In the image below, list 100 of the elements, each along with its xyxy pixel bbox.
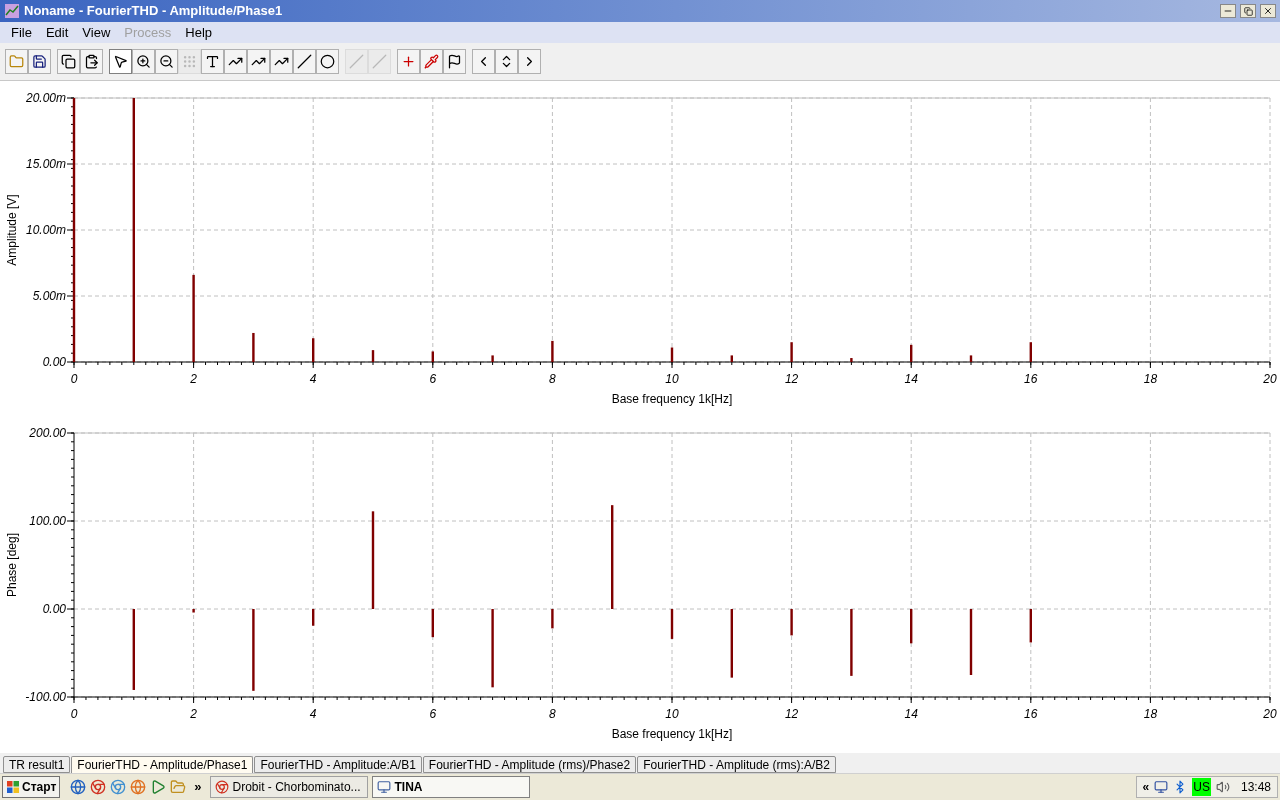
plus-icon	[401, 54, 416, 69]
toolbar-button[interactable]	[155, 49, 178, 74]
pointer-icon	[113, 54, 128, 69]
bar	[431, 351, 434, 362]
tick-label: 0	[70, 707, 78, 721]
taskbar-button[interactable]: TINA	[371, 776, 530, 798]
network-icon[interactable]	[1154, 780, 1169, 794]
window-title: Noname - FourierTHD - Amplitude/Phase1	[24, 2, 284, 21]
pipette-icon	[424, 54, 439, 69]
browser-icon[interactable]	[90, 779, 107, 795]
tab[interactable]: FourierTHD - Amplitude (rms):A/B2	[637, 756, 836, 773]
text-icon	[205, 54, 220, 69]
tab[interactable]: FourierTHD - Amplitude:A/B1	[254, 756, 422, 773]
minimize-button[interactable]	[1220, 4, 1236, 18]
tab[interactable]: TR result1	[3, 756, 71, 773]
paste-icon	[84, 54, 99, 69]
tick-label: 16	[1024, 372, 1038, 386]
bar	[670, 347, 674, 362]
tick-label: 14	[904, 372, 918, 386]
bar	[252, 332, 255, 362]
axis-title: Amplitude [V]	[5, 194, 19, 266]
keyboard-layout-indicator[interactable]: US	[1192, 778, 1211, 796]
tick-label: 100.00	[29, 514, 66, 528]
toolbar-button[interactable]	[80, 49, 103, 74]
toolbar-button[interactable]	[293, 49, 316, 74]
browser-icon[interactable]	[130, 779, 147, 795]
copy-icon	[61, 54, 76, 69]
tab[interactable]: FourierTHD - Amplitude (rms)/Phase2	[422, 756, 637, 773]
close-button[interactable]	[1260, 4, 1276, 18]
clock: 13:48	[1240, 779, 1271, 796]
bar	[730, 609, 733, 678]
toolbar-button[interactable]	[57, 49, 80, 74]
toolbar-button[interactable]	[443, 49, 466, 74]
toolbar-button[interactable]	[201, 49, 224, 74]
tick-label: 12	[784, 707, 799, 721]
bar	[910, 344, 913, 362]
toolbar-button[interactable]	[247, 49, 270, 74]
tick-label: 20	[1263, 372, 1277, 386]
taskbar-button[interactable]: Drobit - Chorbominato...	[209, 776, 368, 798]
tick-label: 18	[1143, 707, 1158, 721]
axis-title: Phase [deg]	[5, 532, 19, 598]
bar	[850, 609, 853, 676]
bar	[969, 355, 973, 362]
bar	[910, 609, 913, 644]
tick-label: 200.00	[29, 426, 66, 440]
expand-tray-button[interactable]: «	[1142, 778, 1150, 796]
zoom-in-icon	[136, 54, 151, 69]
menu-item[interactable]: File	[4, 22, 39, 43]
tab[interactable]: FourierTHD - Amplitude/Phase1	[71, 756, 254, 773]
app-icon	[376, 780, 391, 794]
menu-item[interactable]: Help	[178, 22, 220, 43]
menu-item[interactable]: View	[75, 22, 118, 43]
axis-title: Base frequency 1k[Hz]	[611, 727, 733, 741]
tick-label: -100.00	[25, 690, 66, 704]
tick-label: 5.00m	[32, 289, 66, 303]
toolbar-button[interactable]	[109, 49, 132, 74]
tick-label: 0.00	[42, 602, 66, 616]
flag-icon	[447, 54, 462, 69]
toolbar-button[interactable]	[270, 49, 293, 74]
bar	[312, 609, 315, 626]
bar	[969, 609, 973, 675]
bar	[670, 609, 674, 639]
floppy-icon	[32, 54, 47, 69]
windows-logo-icon	[6, 780, 20, 794]
toolbar-button[interactable]	[495, 49, 518, 74]
menu-item[interactable]: Edit	[38, 22, 76, 43]
folder-icon	[9, 54, 24, 69]
bar	[312, 338, 315, 362]
tick-label: 6	[429, 372, 437, 386]
start-button[interactable]: Старт	[2, 776, 61, 798]
tick-label: 10.00m	[25, 223, 66, 237]
tick-label: 14	[904, 707, 918, 721]
close-icon	[1263, 6, 1273, 16]
play-icon[interactable]	[150, 779, 167, 795]
tick-label: 10	[665, 372, 679, 386]
zoom-out-icon	[159, 54, 174, 69]
restore-button[interactable]	[1240, 4, 1256, 18]
restore-icon	[1243, 6, 1253, 16]
toolbar-button[interactable]	[224, 49, 247, 74]
bar	[431, 609, 434, 638]
circle-icon	[320, 54, 335, 69]
bar	[551, 340, 554, 362]
browser-icon[interactable]	[70, 779, 87, 795]
tick-label: 15.00m	[25, 157, 66, 171]
tick-label: 6	[429, 707, 437, 721]
bar	[1029, 609, 1032, 643]
bar	[790, 609, 793, 636]
toolbar-button[interactable]	[316, 49, 339, 74]
toolbar-button[interactable]	[132, 49, 155, 74]
bar	[790, 342, 793, 362]
bar	[850, 358, 853, 362]
more-button[interactable]: »	[190, 777, 206, 797]
bar	[371, 350, 375, 362]
app-icon	[4, 3, 20, 19]
bar	[491, 355, 494, 362]
speaker-icon[interactable]	[1215, 780, 1230, 794]
toolbar-button[interactable]	[28, 49, 51, 74]
tick-label: 2	[190, 707, 197, 721]
tick-label: 8	[549, 372, 556, 386]
browser-icon[interactable]	[110, 779, 127, 795]
